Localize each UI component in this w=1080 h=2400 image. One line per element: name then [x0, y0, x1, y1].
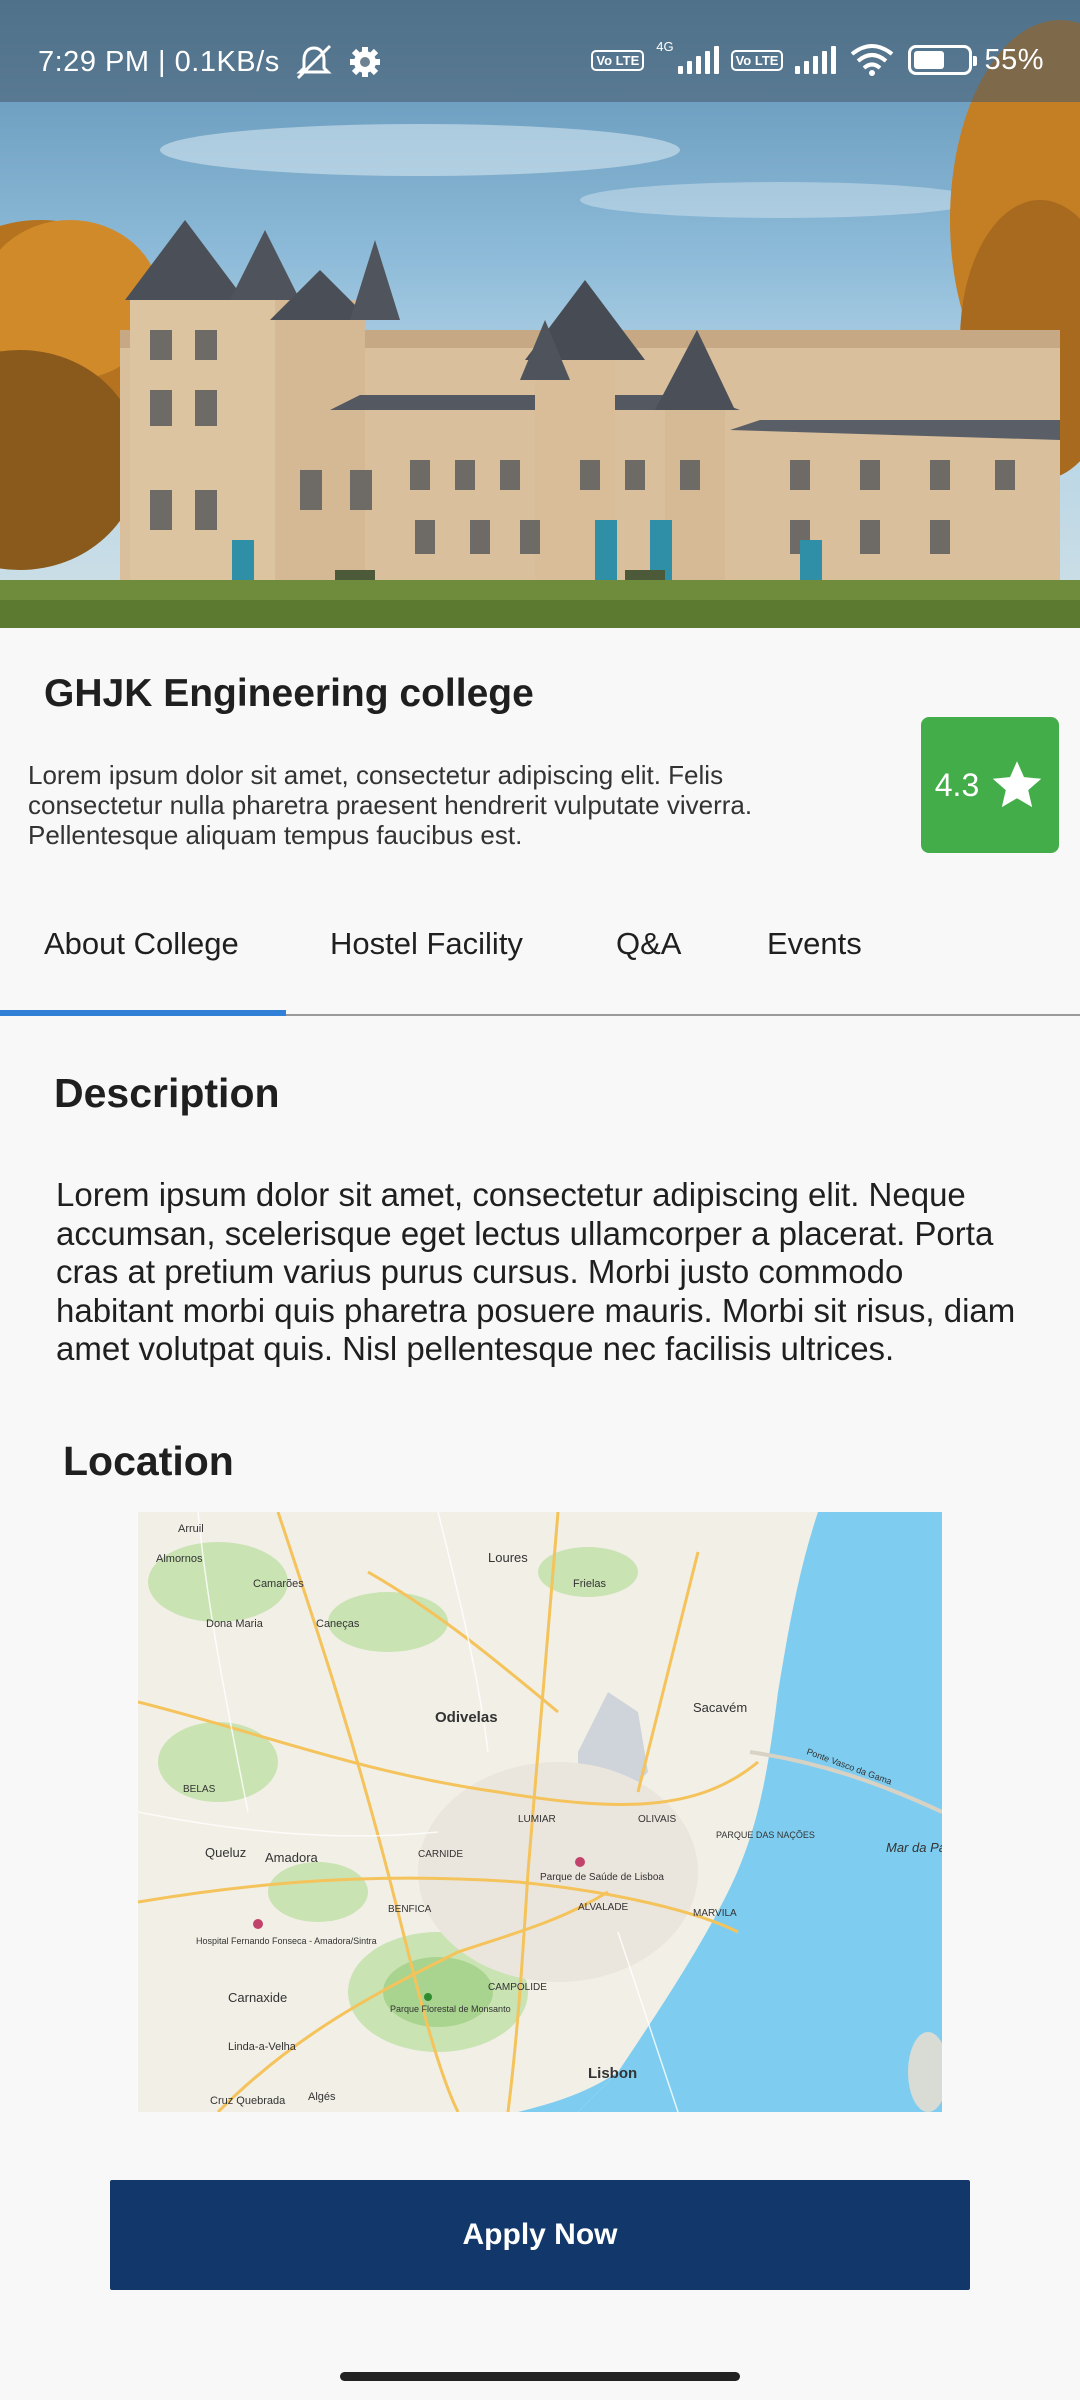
battery-percent: 55%	[984, 43, 1044, 76]
svg-text:Caneças: Caneças	[316, 1618, 360, 1630]
rating-value: 4.3	[934, 766, 980, 803]
svg-text:Algés: Algés	[308, 2091, 336, 2103]
college-hero-image: 7:29 PM | 0.1KB/s Vo LTE 4G Vo LTE 55%	[0, 0, 1080, 628]
signal-icon	[677, 46, 719, 74]
svg-text:Camarões: Camarões	[253, 1578, 304, 1590]
college-intro: Lorem ipsum dolor sit amet, consectetur …	[28, 760, 753, 850]
location-map[interactable]: Arruil Almornos Camarões Loures Frielas …	[138, 1512, 942, 2112]
svg-text:Arruil: Arruil	[178, 1523, 204, 1535]
tab-hostel-facility[interactable]: Hostel Facility	[330, 926, 523, 962]
svg-text:CAMPOLIDE: CAMPOLIDE	[488, 1982, 547, 1993]
signal-icon-2	[795, 46, 837, 74]
volte-badge-2: Vo LTE	[730, 49, 784, 71]
svg-text:Frielas: Frielas	[573, 1578, 607, 1590]
battery-icon	[908, 45, 978, 75]
svg-text:Amadora: Amadora	[265, 1850, 319, 1865]
svg-text:BENFICA: BENFICA	[388, 1904, 432, 1915]
tab-about-college[interactable]: About College	[44, 926, 239, 962]
description-text: Lorem ipsum dolor sit amet, consectetur …	[56, 1176, 1016, 1367]
wifi-icon	[851, 44, 894, 76]
settings-gear-icon	[349, 47, 380, 77]
svg-text:CARNIDE: CARNIDE	[418, 1849, 463, 1860]
description-heading: Description	[54, 1070, 280, 1116]
svg-text:LUMIAR: LUMIAR	[518, 1814, 556, 1825]
svg-text:Odivelas: Odivelas	[435, 1709, 498, 1726]
active-tab-indicator	[0, 1010, 286, 1016]
map-canvas: Arruil Almornos Camarões Loures Frielas …	[138, 1512, 942, 2112]
svg-text:Mar da Pa: Mar da Pa	[886, 1840, 942, 1855]
svg-text:Loures: Loures	[488, 1550, 528, 1565]
mute-icon	[296, 44, 332, 80]
svg-text:Parque Florestal de Monsanto: Parque Florestal de Monsanto	[390, 2004, 511, 2014]
tab-events[interactable]: Events	[767, 926, 862, 962]
svg-text:MARVILA: MARVILA	[693, 1908, 737, 1919]
tab-bar: About College Hostel Facility Q&A Events	[0, 880, 1080, 1016]
hospital-marker-icon	[575, 1857, 585, 1867]
svg-text:Almornos: Almornos	[156, 1553, 203, 1565]
park-marker-icon	[424, 1993, 432, 2001]
svg-text:ALVALADE: ALVALADE	[578, 1902, 629, 1913]
apply-now-button[interactable]: Apply Now	[110, 2180, 970, 2290]
svg-text:Dona Maria: Dona Maria	[206, 1618, 264, 1630]
svg-text:PARQUE DAS NAÇÕES: PARQUE DAS NAÇÕES	[716, 1830, 815, 1840]
network-type: 4G	[656, 38, 674, 54]
svg-text:BELAS: BELAS	[183, 1784, 216, 1795]
svg-text:Carnaxide: Carnaxide	[228, 1990, 287, 2005]
svg-text:Queluz: Queluz	[205, 1845, 246, 1860]
star-icon	[992, 761, 1042, 808]
rating-badge: 4.3	[921, 717, 1059, 853]
hospital-marker-icon-2	[253, 1919, 263, 1929]
svg-text:OLIVAIS: OLIVAIS	[638, 1814, 676, 1825]
volte-badge: Vo LTE	[591, 49, 645, 71]
home-indicator[interactable]	[340, 2372, 740, 2381]
tab-qa[interactable]: Q&A	[616, 926, 681, 962]
status-bar: 7:29 PM | 0.1KB/s Vo LTE 4G Vo LTE 55%	[0, 0, 1080, 102]
svg-text:Parque de Saúde de Lisboa: Parque de Saúde de Lisboa	[540, 1872, 664, 1883]
location-heading: Location	[63, 1438, 234, 1484]
svg-text:Hospital Fernando Fonseca - Am: Hospital Fernando Fonseca - Amadora/Sint…	[196, 1936, 377, 1946]
svg-text:Cruz Quebrada: Cruz Quebrada	[210, 2095, 286, 2107]
svg-text:Linda-a-Velha: Linda-a-Velha	[228, 2041, 297, 2053]
svg-text:Lisbon: Lisbon	[588, 2065, 637, 2082]
status-time-speed: 7:29 PM | 0.1KB/s	[38, 45, 280, 78]
college-name: GHJK Engineering college	[44, 672, 534, 715]
svg-text:Sacavém: Sacavém	[693, 1700, 747, 1715]
